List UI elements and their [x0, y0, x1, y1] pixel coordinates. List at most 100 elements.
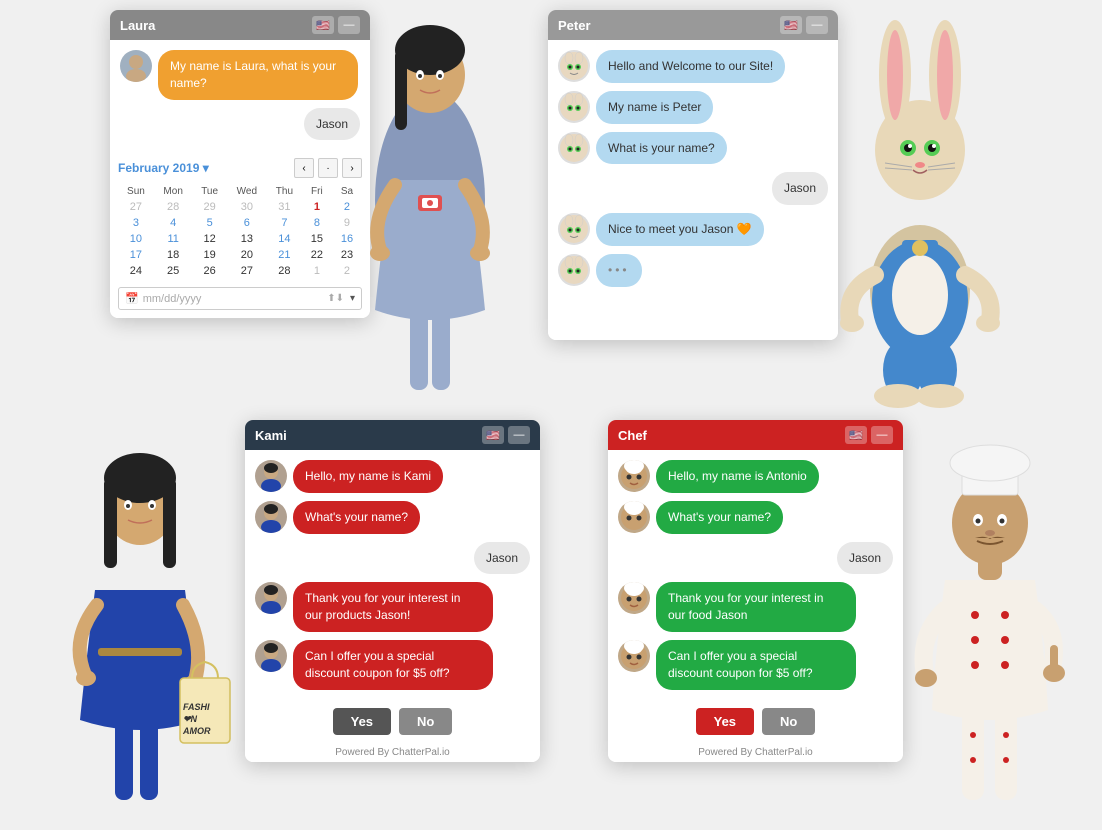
cal-day[interactable]: 17: [118, 247, 154, 263]
cal-day[interactable]: 28: [154, 199, 193, 215]
chef-header-buttons: 🇺🇸 —: [845, 426, 893, 444]
date-dropdown[interactable]: ▾: [350, 293, 355, 304]
cal-col-fri: Fri: [302, 184, 332, 199]
svg-text:❤N: ❤N: [183, 714, 198, 724]
cal-day[interactable]: 11: [154, 231, 193, 247]
kami-flag-btn[interactable]: 🇺🇸: [482, 426, 504, 444]
cal-day[interactable]: 14: [267, 231, 302, 247]
chef-no-button[interactable]: No: [762, 708, 815, 735]
cal-day[interactable]: 2: [332, 199, 362, 215]
kami-bubble-2: What's your name?: [293, 501, 420, 534]
kami-minimize-btn[interactable]: —: [508, 426, 530, 444]
kami-user-bubble: Jason: [474, 542, 530, 575]
cal-day[interactable]: 9: [332, 215, 362, 231]
peter-title: Peter: [558, 18, 591, 33]
cal-day[interactable]: 3: [118, 215, 154, 231]
chef-msg-3: Thank you for your interest in our food …: [618, 582, 893, 632]
peter-typing: •••: [558, 254, 828, 287]
cal-prev-btn[interactable]: ‹: [294, 158, 314, 178]
chef-bubble-2: What's your name?: [656, 501, 783, 534]
kami-no-button[interactable]: No: [399, 708, 452, 735]
cal-day[interactable]: 27: [118, 199, 154, 215]
chef-msg-user: Jason: [618, 542, 893, 575]
date-spinner[interactable]: ⬆⬇: [327, 293, 344, 304]
cal-day[interactable]: 24: [118, 263, 154, 279]
cal-day[interactable]: 12: [192, 231, 226, 247]
kami-powered-by: Powered By ChatterPal.io: [245, 743, 540, 762]
chef-flag-btn[interactable]: 🇺🇸: [845, 426, 867, 444]
cal-day[interactable]: 2: [332, 263, 362, 279]
chef-msg-1: Hello, my name is Antonio: [618, 460, 893, 493]
cal-day[interactable]: 30: [227, 199, 267, 215]
cal-day[interactable]: 20: [227, 247, 267, 263]
cal-day[interactable]: 18: [154, 247, 193, 263]
cal-day[interactable]: 7: [267, 215, 302, 231]
kami-msg-1: Hello, my name is Kami: [255, 460, 530, 493]
cal-day[interactable]: 28: [267, 263, 302, 279]
cal-day[interactable]: 16: [332, 231, 362, 247]
cal-day[interactable]: 1: [302, 199, 332, 215]
calendar-date-input[interactable]: 📅 mm/dd/yyyy ⬆⬇ ▾: [118, 287, 362, 310]
laura-flag-btn[interactable]: 🇺🇸: [312, 16, 334, 34]
cal-col-sat: Sa: [332, 184, 362, 199]
cal-day[interactable]: 15: [302, 231, 332, 247]
peter-avatar-4: [558, 213, 590, 245]
cal-today-btn[interactable]: ·: [318, 158, 338, 178]
kami-bubble-4: Can I offer you a special discount coupo…: [293, 640, 493, 690]
laura-chat-window: Laura 🇺🇸 — My name is Laura, what is you…: [110, 10, 370, 318]
chef-minimize-btn[interactable]: —: [871, 426, 893, 444]
peter-minimize-btn[interactable]: —: [806, 16, 828, 34]
chef-avatar-3: [618, 582, 650, 614]
cal-day[interactable]: 10: [118, 231, 154, 247]
peter-flag-btn[interactable]: 🇺🇸: [780, 16, 802, 34]
peter-bubble-3: What is your name?: [596, 132, 727, 165]
kami-msg-2: What's your name?: [255, 501, 530, 534]
kami-header-buttons: 🇺🇸 —: [482, 426, 530, 444]
laura-title: Laura: [120, 18, 155, 33]
laura-messages: My name is Laura, what is your name? Jas…: [110, 40, 370, 150]
cal-day[interactable]: 8: [302, 215, 332, 231]
cal-day[interactable]: 6: [227, 215, 267, 231]
svg-text:FASHI: FASHI: [183, 702, 210, 712]
kami-msg-user: Jason: [255, 542, 530, 575]
kami-title: Kami: [255, 428, 287, 443]
cal-day[interactable]: 21: [267, 247, 302, 263]
kami-yes-button[interactable]: Yes: [333, 708, 391, 735]
cal-day[interactable]: 26: [192, 263, 226, 279]
svg-text:AMOR: AMOR: [182, 726, 211, 736]
fashion-character: FASHI ❤N AMOR: [40, 430, 240, 820]
cal-day[interactable]: 1: [302, 263, 332, 279]
peter-avatar-3: [558, 132, 590, 164]
peter-user-bubble: Jason: [772, 172, 828, 205]
cal-day[interactable]: 22: [302, 247, 332, 263]
chef-bubble-1: Hello, my name is Antonio: [656, 460, 819, 493]
cal-day[interactable]: 27: [227, 263, 267, 279]
cal-day[interactable]: 5: [192, 215, 226, 231]
laura-minimize-btn[interactable]: —: [338, 16, 360, 34]
chef-bubble-4: Can I offer you a special discount coupo…: [656, 640, 856, 690]
cal-day[interactable]: 29: [192, 199, 226, 215]
cal-col-sun: Sun: [118, 184, 154, 199]
rabbit-character: [820, 0, 1020, 420]
chef-avatar-1: [618, 460, 650, 492]
cal-day[interactable]: 19: [192, 247, 226, 263]
peter-avatar-2: [558, 91, 590, 123]
laura-calendar: February 2019 ▾ ‹ · › Sun Mon Tue Wed Th…: [110, 150, 370, 318]
chef-messages: Hello, my name is Antonio What's your na…: [608, 450, 903, 700]
cal-day[interactable]: 31: [267, 199, 302, 215]
chef-yes-button[interactable]: Yes: [696, 708, 754, 735]
date-placeholder: mm/dd/yyyy: [143, 293, 202, 305]
peter-avatar-1: [558, 50, 590, 82]
peter-typing-bubble: •••: [596, 254, 642, 287]
cal-day[interactable]: 4: [154, 215, 193, 231]
kami-avatar-3: [255, 582, 287, 614]
peter-bubble-1: Hello and Welcome to our Site!: [596, 50, 785, 83]
cal-day[interactable]: 13: [227, 231, 267, 247]
kami-bubble-1: Hello, my name is Kami: [293, 460, 443, 493]
cal-col-mon: Mon: [154, 184, 193, 199]
cal-next-btn[interactable]: ›: [342, 158, 362, 178]
cal-day[interactable]: 23: [332, 247, 362, 263]
cal-day[interactable]: 25: [154, 263, 193, 279]
chef-action-buttons: Yes No: [608, 700, 903, 743]
kami-avatar-4: [255, 640, 287, 672]
